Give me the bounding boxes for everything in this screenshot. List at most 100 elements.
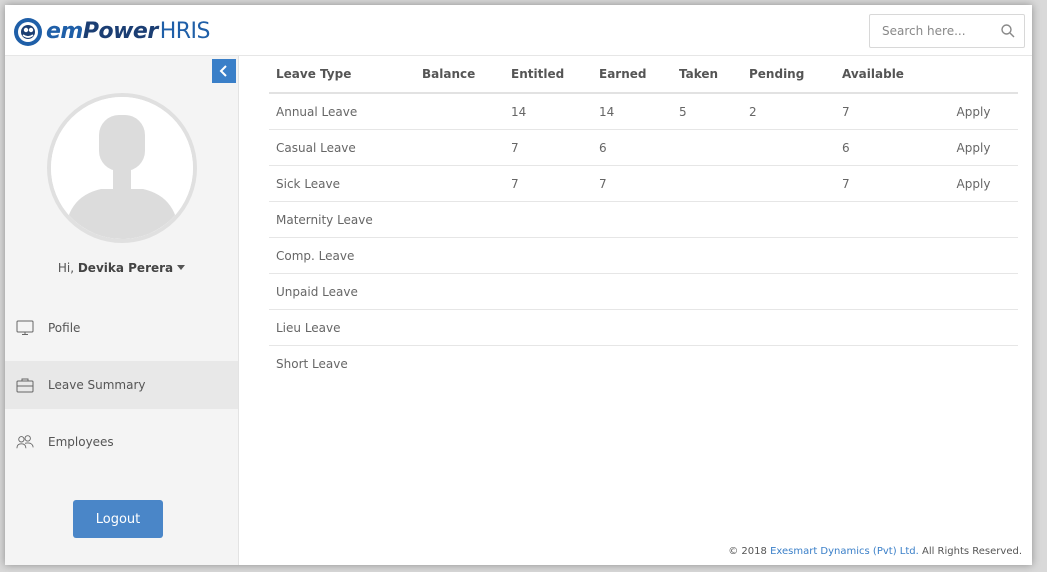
balance-cell: [415, 93, 504, 130]
earned-cell: 14: [592, 93, 672, 130]
pending-cell: [742, 201, 835, 238]
apply-link: [929, 237, 1018, 274]
balance-cell: [415, 346, 504, 382]
user-greeting[interactable]: Hi, Devika Perera: [5, 261, 238, 275]
taken-cell: 5: [672, 93, 742, 130]
table-row: Annual Leave 14 14 5 2 7 Apply: [269, 93, 1018, 130]
sidebar-item-employees[interactable]: Employees: [5, 418, 238, 466]
earned-cell: [592, 273, 672, 310]
column-header: Pending: [742, 56, 835, 94]
taken-cell: [672, 165, 742, 202]
leave-type-cell: Comp. Leave: [269, 237, 415, 274]
balance-cell: [415, 273, 504, 310]
footer-suffix: All Rights Reserved.: [918, 546, 1022, 557]
pending-cell: [742, 237, 835, 274]
taken-cell: [672, 346, 742, 382]
available-cell: 7: [835, 93, 929, 130]
balance-cell: [415, 309, 504, 346]
leave-summary-table: Leave Type Balance Entitled Earned Taken…: [269, 56, 1018, 381]
sidebar-item-profile[interactable]: Pofile: [5, 304, 238, 352]
table-row: Unpaid Leave: [269, 273, 1018, 310]
available-cell: 7: [835, 165, 929, 202]
earned-cell: 7: [592, 165, 672, 202]
available-cell: [835, 346, 929, 382]
search-box: [869, 14, 1025, 48]
leave-type-cell: Lieu Leave: [269, 309, 415, 346]
earned-cell: [592, 346, 672, 382]
entitled-cell: [504, 346, 592, 382]
chevron-left-icon: [219, 65, 227, 77]
apply-link[interactable]: Apply: [929, 129, 1018, 166]
pending-cell: 2: [742, 93, 835, 130]
sidebar: Hi, Devika Perera Pofile Leave Summary E…: [5, 56, 239, 565]
main-content: Leave Type Balance Entitled Earned Taken…: [239, 56, 1032, 565]
footer-copyright: © 2018 Exesmart Dynamics (Pvt) Ltd. All …: [728, 546, 1022, 557]
apply-link: [929, 201, 1018, 238]
column-header: Leave Type: [269, 56, 415, 94]
pending-cell: [742, 309, 835, 346]
users-icon: [16, 433, 34, 451]
table-row: Casual Leave 7 6 6 Apply: [269, 129, 1018, 166]
user-silhouette-icon: [51, 97, 193, 239]
taken-cell: [672, 237, 742, 274]
avatar[interactable]: [47, 93, 197, 243]
available-cell: [835, 273, 929, 310]
leave-type-cell: Maternity Leave: [269, 201, 415, 238]
apply-link: [929, 309, 1018, 346]
leave-type-cell: Casual Leave: [269, 129, 415, 166]
column-header: Earned: [592, 56, 672, 94]
sidebar-item-leave-summary[interactable]: Leave Summary: [5, 361, 238, 409]
apply-link[interactable]: Apply: [929, 165, 1018, 202]
column-header: Entitled: [504, 56, 592, 94]
company-link[interactable]: Exesmart Dynamics (Pvt) Ltd.: [770, 546, 919, 557]
apply-link[interactable]: Apply: [929, 93, 1018, 130]
app-logo[interactable]: emPowerHRIS: [13, 17, 211, 47]
app-window: emPowerHRIS Hi, Devika Perera: [5, 5, 1032, 565]
balance-cell: [415, 129, 504, 166]
balance-cell: [415, 201, 504, 238]
balance-cell: [415, 165, 504, 202]
table-row: Short Leave: [269, 346, 1018, 382]
apply-link: [929, 273, 1018, 310]
sidebar-item-label: Pofile: [48, 321, 81, 335]
table-row: Maternity Leave: [269, 201, 1018, 238]
leave-type-cell: Sick Leave: [269, 165, 415, 202]
earned-cell: [592, 201, 672, 238]
table-row: Sick Leave 7 7 7 Apply: [269, 165, 1018, 202]
earned-cell: [592, 309, 672, 346]
taken-cell: [672, 309, 742, 346]
available-cell: [835, 201, 929, 238]
user-name: Devika Perera: [77, 261, 174, 275]
search-input[interactable]: [880, 23, 994, 39]
pending-cell: [742, 165, 835, 202]
table-row: Comp. Leave: [269, 237, 1018, 274]
logo-text: emPowerHRIS: [46, 18, 211, 46]
sidebar-item-label: Employees: [48, 435, 114, 449]
leave-type-cell: Short Leave: [276, 356, 348, 371]
earned-cell: 6: [592, 129, 672, 166]
taken-cell: [672, 129, 742, 166]
search-icon[interactable]: [1000, 23, 1016, 39]
top-bar: emPowerHRIS: [5, 5, 1032, 56]
entitled-cell: 14: [504, 93, 592, 130]
collapse-sidebar-button[interactable]: [212, 59, 236, 83]
logo-text-hris: HRIS: [159, 19, 211, 44]
table-row: Lieu Leave: [269, 309, 1018, 346]
taken-cell: [672, 201, 742, 238]
available-cell: [835, 309, 929, 346]
logo-text-power: Power: [82, 19, 158, 44]
pending-cell: [742, 273, 835, 310]
apply-link: [929, 346, 1018, 382]
balance-cell: [415, 237, 504, 274]
entitled-cell: [504, 201, 592, 238]
column-header: Balance: [415, 56, 504, 94]
briefcase-icon: [16, 376, 34, 394]
monitor-icon: [16, 319, 34, 337]
sidebar-item-label: Leave Summary: [48, 378, 146, 392]
entitled-cell: 7: [504, 129, 592, 166]
column-header: Available: [835, 56, 929, 94]
logo-emblem-icon: [14, 18, 42, 46]
pending-cell: [742, 129, 835, 166]
logout-button[interactable]: Logout: [73, 500, 163, 538]
footer-prefix: © 2018: [728, 546, 771, 557]
